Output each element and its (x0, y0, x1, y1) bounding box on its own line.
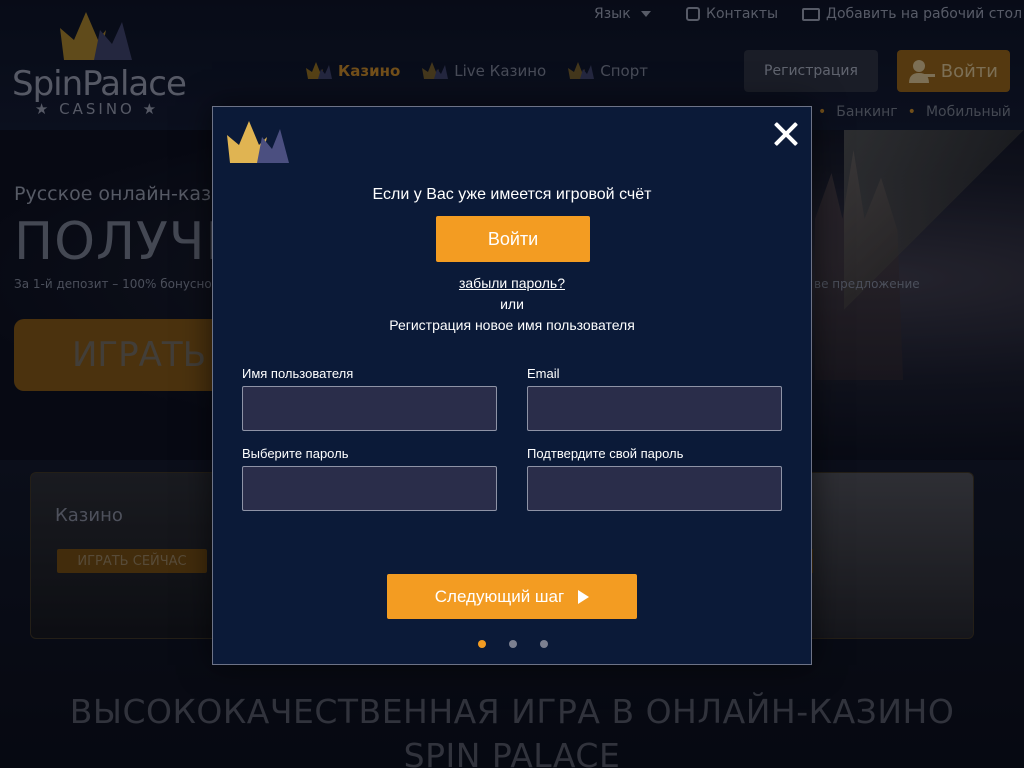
email-label: Email (527, 366, 560, 381)
existing-account-text: Если у Вас уже имеется игровой счёт (372, 186, 652, 203)
password-input[interactable] (242, 466, 497, 511)
password-label: Выберите пароль (242, 446, 349, 461)
step-dot-2 (509, 640, 517, 648)
confirm-password-input[interactable] (527, 466, 782, 511)
next-step-button[interactable]: Следующий шаг (387, 574, 637, 619)
step-indicator (478, 640, 548, 648)
play-arrow-icon (578, 589, 590, 604)
step-dot-3 (540, 640, 548, 648)
close-icon[interactable] (773, 121, 799, 147)
next-step-label: Следующий шаг (434, 586, 565, 606)
login-button[interactable]: Войти (436, 216, 590, 262)
email-input[interactable] (527, 386, 782, 431)
confirm-password-label: Подтвердите свой пароль (527, 446, 684, 461)
username-label: Имя пользователя (242, 366, 354, 381)
username-input[interactable] (242, 386, 497, 431)
or-separator: или (500, 296, 524, 312)
crown-logo-icon (227, 121, 289, 163)
forgot-password-link[interactable]: забыли пароль? (213, 275, 811, 291)
register-heading: Регистрация новое имя пользователя (389, 317, 635, 333)
step-dot-1 (478, 640, 486, 648)
login-register-modal: Если у Вас уже имеется игровой счёт Войт… (212, 106, 812, 665)
